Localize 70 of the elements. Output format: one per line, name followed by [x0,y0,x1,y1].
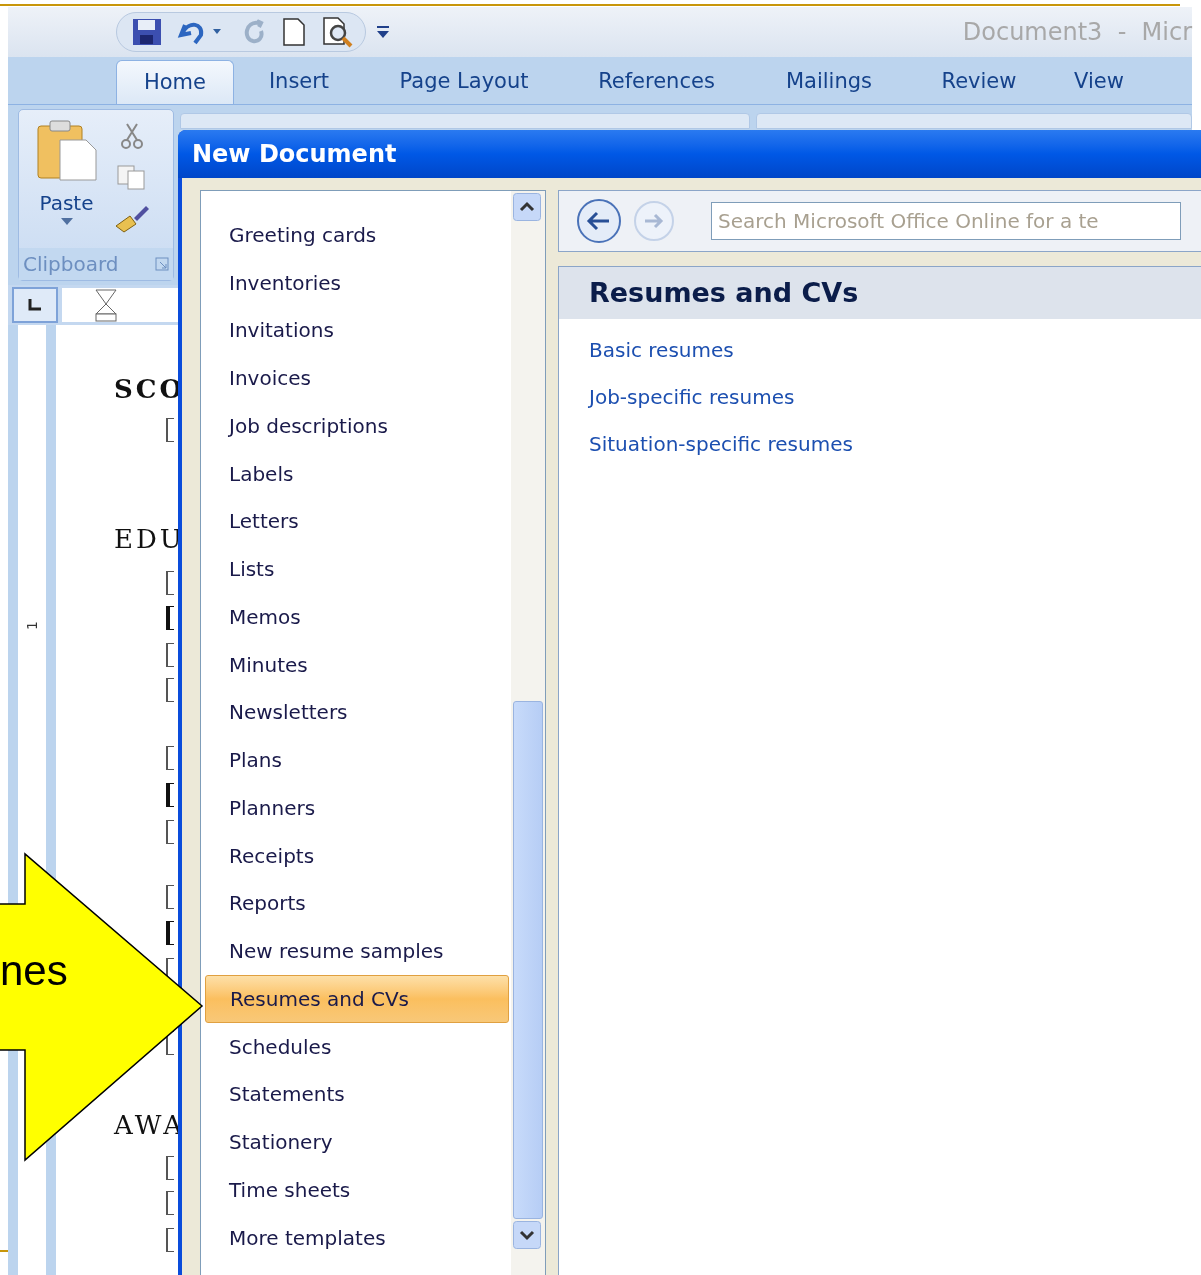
bracket-icon [166,921,174,945]
dropdown-arrow-icon [60,218,73,226]
ruler-number: 1 [22,621,41,630]
ribbon-tab[interactable]: References [564,60,749,104]
category-item[interactable]: Minutes [205,640,509,689]
scrollbar[interactable] [511,191,545,1275]
search-field[interactable]: Search Microsoft Office Online for a te [711,202,1181,240]
window-title: Document3 - Micr [962,17,1192,48]
ribbon-tab[interactable]: Page Layout [364,60,564,104]
ribbon-tab[interactable]: View [1049,60,1149,104]
bracket-icon [166,1228,174,1252]
ribbon-tab[interactable]: Review [909,60,1049,104]
indent-marker-icon[interactable] [94,288,118,322]
category-item[interactable]: Stationery [205,1118,509,1166]
tab-selector-button[interactable] [12,287,58,323]
category-item[interactable]: Receipts [205,831,509,880]
category-item[interactable]: Invitations [205,306,509,355]
category-item[interactable]: Resumes and CVs [205,975,509,1023]
left-tab-icon [27,298,43,312]
ribbon-tab[interactable]: Insert [234,60,364,104]
category-item[interactable]: Invoices [205,354,509,402]
bracket-icon [166,746,174,770]
document-heading: AWA [114,1111,186,1139]
bracket-icon [166,418,174,442]
new-page-icon[interactable] [281,17,307,47]
category-link[interactable]: Situation-specific resumes [589,429,853,459]
scroll-down-icon [513,1221,541,1249]
category-item[interactable]: Letters [205,497,509,546]
scroll-thumb[interactable] [513,701,543,1219]
customize-toolbar-icon[interactable] [376,24,390,40]
category-item[interactable]: Newsletters [205,688,509,737]
print-preview-icon[interactable] [321,16,355,48]
category-item[interactable]: Greeting cards [205,211,509,259]
brush-icon[interactable] [114,204,150,234]
save-icon[interactable] [131,17,163,47]
category-item[interactable]: More templates [205,1213,509,1262]
bracket-icon [166,1156,174,1180]
bracket-icon [166,643,174,667]
category-item[interactable]: Reports [205,879,509,928]
bracket-icon [166,571,174,595]
category-item[interactable]: Labels [205,449,509,498]
bracket-icon [166,783,174,807]
bracket-icon [166,678,174,702]
category-item[interactable]: Time sheets [205,1166,509,1214]
ribbon-tab[interactable]: Home [116,60,234,104]
category-link[interactable]: Basic resumes [589,335,734,365]
category-item[interactable]: Plans [205,736,509,784]
paste-button[interactable]: Paste [19,118,114,248]
bracket-icon [166,885,174,909]
category-item[interactable]: Lists [205,545,509,593]
scissors-icon[interactable] [119,122,145,150]
section-heading: Resumes and CVs [589,275,859,310]
bracket-icon [166,820,174,844]
category-link[interactable]: Job-specific resumes [589,382,795,412]
dialog-title: New Document [192,139,397,170]
ribbon-tab[interactable]: Mailings [749,60,909,104]
category-item[interactable]: Statements [205,1070,509,1119]
category-item[interactable]: Planners [205,784,509,832]
callout-text: nes [0,946,68,996]
category-item[interactable]: Inventories [205,258,509,307]
bracket-icon [166,1191,174,1215]
bracket-icon [166,606,174,630]
category-item[interactable]: Schedules [205,1022,509,1071]
back-icon[interactable] [575,197,623,245]
category-item[interactable]: Job descriptions [205,402,509,450]
scroll-up-icon [513,193,541,221]
document-heading: EDU [114,525,186,553]
category-item[interactable]: Memos [205,593,509,641]
category-item[interactable]: New resume samples [205,927,509,975]
group-label: Clipboard [23,251,119,278]
